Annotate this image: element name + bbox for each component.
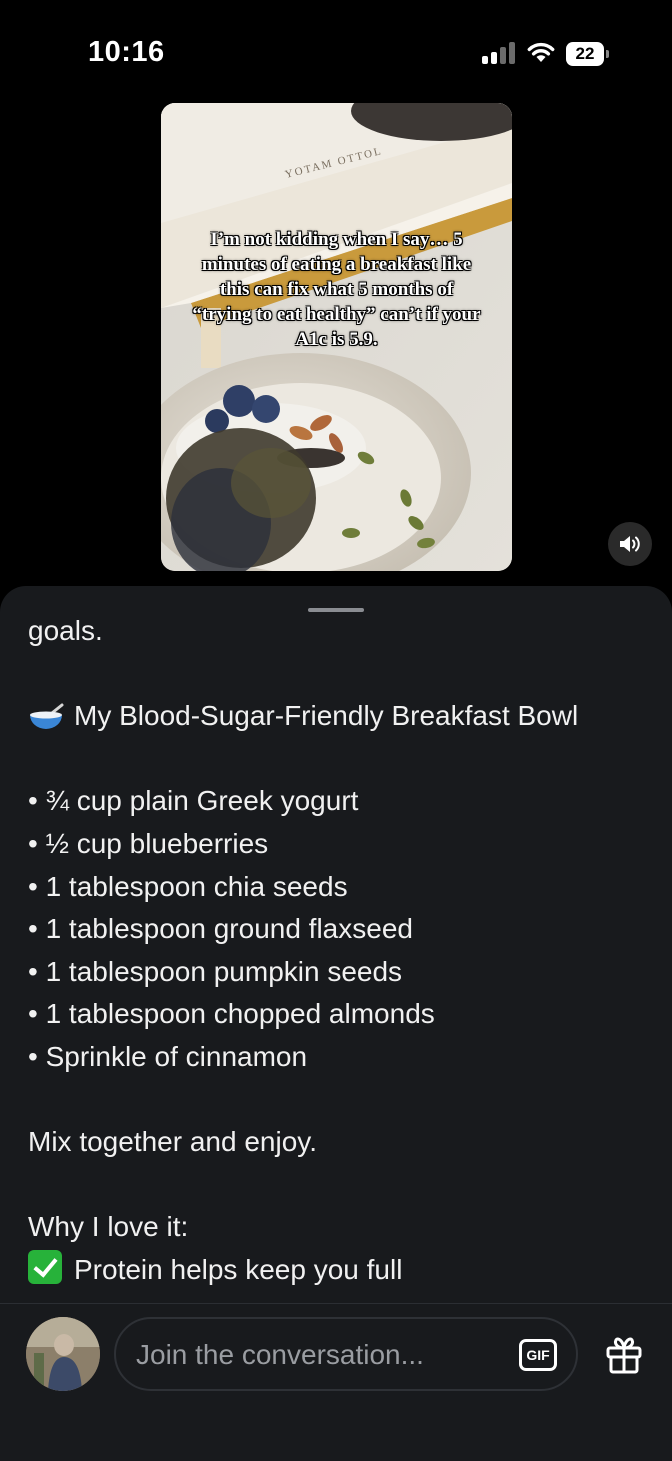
speaker-icon <box>620 536 640 552</box>
benefit-item: Protein helps keep you full <box>28 1249 658 1292</box>
text-line: Why I love it: <box>28 1211 189 1243</box>
ingredient-item: • ½ cup blueberries <box>28 827 269 859</box>
status-bar: 10:16 22 <box>0 0 672 100</box>
check-mark-emoji-icon <box>28 1249 62 1284</box>
gif-button[interactable]: GIF <box>519 1339 557 1371</box>
caption-line: “trying to eat healthy” can’t if your <box>192 304 481 325</box>
avatar[interactable] <box>26 1317 100 1391</box>
battery-icon: 22 <box>566 42 610 66</box>
caption-line: A1c is 5.9. <box>295 329 378 350</box>
comment-composer: Join the conversation... GIF <box>0 1303 672 1461</box>
post-description-text: goals. My Blood-Sugar-Friendly Breakfast… <box>28 610 658 1292</box>
mute-toggle-button[interactable] <box>608 522 652 566</box>
ingredient-item: • ¾ cup plain Greek yogurt <box>28 785 359 817</box>
video-player[interactable]: YOTAM OTTOL I’m not kidding when I say… … <box>161 103 512 571</box>
comment-input[interactable]: Join the conversation... GIF <box>114 1317 578 1391</box>
caption-line: this can fix what 5 months of <box>219 279 454 300</box>
ingredient-item: • 1 tablespoon chopped almonds <box>28 998 435 1030</box>
wifi-icon <box>527 42 555 62</box>
text-line: goals. <box>28 615 103 646</box>
cellular-signal-icon <box>482 42 516 64</box>
avatar-image <box>26 1317 100 1391</box>
bowl-emoji-icon <box>30 703 64 729</box>
status-time: 10:16 <box>88 36 165 68</box>
text-line: Mix together and enjoy. <box>28 1126 317 1158</box>
caption-line: minutes of eating a breakfast like <box>201 254 472 275</box>
gift-icon[interactable] <box>604 1335 644 1375</box>
benefit-text: Protein helps keep you full <box>74 1253 403 1285</box>
video-caption: I’m not kidding when I say… 5 minutes of… <box>161 227 512 352</box>
caption-line: I’m not kidding when I say… 5 <box>210 229 463 250</box>
battery-level: 22 <box>566 42 604 66</box>
recipe-title: My Blood-Sugar-Friendly Breakfast Bowl <box>28 695 658 738</box>
ingredient-item: • Sprinkle of cinnamon <box>28 1040 308 1072</box>
ingredient-item: • 1 tablespoon ground flaxseed <box>28 913 413 945</box>
composer-divider <box>0 1303 672 1304</box>
recipe-title-text: My Blood-Sugar-Friendly Breakfast Bowl <box>74 700 579 732</box>
ingredient-item: • 1 tablespoon chia seeds <box>28 870 348 902</box>
comment-input-placeholder: Join the conversation... <box>136 1339 424 1370</box>
ingredient-item: • 1 tablespoon pumpkin seeds <box>28 955 403 987</box>
